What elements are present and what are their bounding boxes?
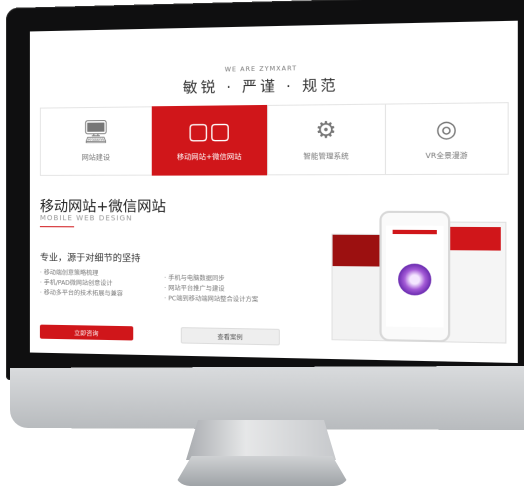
apple-logo-icon — [286, 388, 308, 414]
target-icon: ◎ — [436, 117, 457, 145]
title-underline — [40, 226, 74, 227]
subtitle-en: WE ARE ZYMXART — [225, 65, 297, 73]
section-subtitle: 专业，源于对细节的坚持 — [40, 250, 141, 264]
list-item: · PC端到移动端网站整合设计方案 — [164, 294, 258, 306]
monitor-stand-neck — [186, 420, 336, 460]
view-cases-button[interactable]: 查看案例 — [181, 327, 280, 345]
phone-mockup — [379, 211, 450, 343]
tab-website[interactable]: 🖥 网站建设 — [40, 106, 152, 176]
consult-button[interactable]: 立即咨询 — [40, 325, 133, 341]
website-screen: WE ARE ZYMXART 敏锐 · 严谨 · 规范 🖥 网站建设 ▢▢ 移动… — [30, 21, 518, 363]
tab-label: VR全景漫游 — [426, 150, 468, 161]
slogan: 敏锐 · 严谨 · 规范 — [183, 75, 339, 98]
tablet-mockup — [441, 222, 506, 344]
gears-icon: ⚙ — [315, 118, 336, 145]
tab-mobile-wechat[interactable]: ▢▢ 移动网站+微信网站 — [152, 105, 267, 176]
phone-header-bar — [393, 230, 437, 234]
monitor-bezel: WE ARE ZYMXART 敏锐 · 严谨 · 规范 🖥 网站建设 ▢▢ 移动… — [6, 0, 524, 394]
tab-management-system[interactable]: ⚙ 智能管理系统 — [267, 104, 386, 176]
monitor-stand-base — [174, 456, 350, 486]
tab-vr[interactable]: ◎ VR全景漫游 — [385, 102, 509, 175]
flower-image — [398, 264, 431, 296]
feature-list-right: · 手机与电脑数据同步 · 网站平台推广与建设 · PC端到移动端网站整合设计方… — [164, 274, 258, 306]
tab-label: 移动网站+微信网站 — [177, 152, 242, 163]
section-title-en: MOBILE WEB DESIGN — [40, 214, 133, 222]
feature-list-left: · 移动端创意策略梳理 · 手机/PAD微网站创意设计 · 移动多平台的技术拓展… — [40, 268, 123, 299]
device-mockups — [331, 211, 508, 361]
phone-screen — [386, 226, 444, 328]
list-item: · 移动多平台的技术拓展与兼容 — [40, 288, 123, 299]
monitor-icon: 🖥 — [82, 120, 110, 147]
tab-label: 智能管理系统 — [303, 151, 348, 162]
imac-monitor: WE ARE ZYMXART 敏锐 · 严谨 · 规范 🖥 网站建设 ▢▢ 移动… — [6, 8, 518, 428]
service-tabs: 🖥 网站建设 ▢▢ 移动网站+微信网站 ⚙ 智能管理系统 ◎ VR全景漫游 — [40, 102, 509, 176]
tab-label: 网站建设 — [82, 152, 110, 162]
devices-icon: ▢▢ — [187, 119, 231, 146]
